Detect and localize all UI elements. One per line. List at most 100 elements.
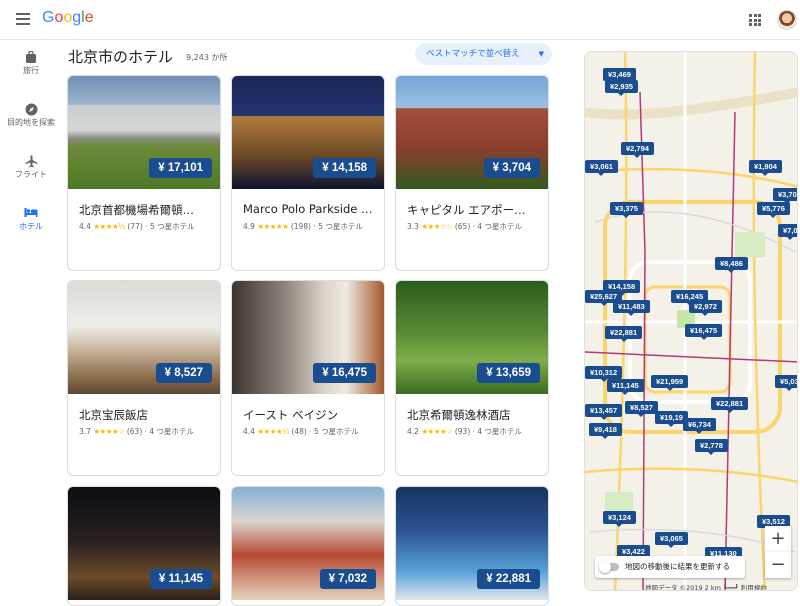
map-price-pin[interactable]: ¥7,0 <box>778 224 797 240</box>
star-rating: ★★★★★ <box>257 222 289 231</box>
logo-letter: G <box>42 9 55 26</box>
nav-label: 旅行 <box>23 66 39 75</box>
hotel-name: 北京宝辰飯店 <box>79 408 148 422</box>
map-price-pin[interactable]: ¥22,881 <box>605 326 643 342</box>
nav-item-travel[interactable]: 旅行 <box>0 41 62 93</box>
map-price-pin[interactable]: ¥11,145 <box>607 379 644 395</box>
hotel-card[interactable]: ¥ 14,158 Marco Polo Parkside … 4.9 ★★★★★… <box>231 75 385 271</box>
dropdown-caret-icon: ▼ <box>538 50 544 58</box>
review-count: (48) <box>291 427 307 436</box>
price-badge: ¥ 11,145 <box>149 569 212 589</box>
map-price-pin[interactable]: ¥1,904 <box>749 160 782 176</box>
map-price-pin[interactable]: ¥13,457 <box>585 404 623 420</box>
hotel-meta: 4.4 ★★★★½ (77) · 5 つ星ホテル <box>79 222 195 231</box>
map-price-pin[interactable]: ¥2,794 <box>621 142 654 158</box>
hotel-class: 4 つ星ホテル <box>477 222 523 231</box>
hotel-meta: 4.9 ★★★★★ (198) · 5 つ星ホテル <box>243 222 363 231</box>
hotel-card[interactable]: ¥ 13,659 北京希爾頓逸林酒店 4.2 ★★★★☆ (93) · 4 つ星… <box>395 280 549 476</box>
rating-value: 4.4 <box>243 427 255 436</box>
plane-icon <box>0 145 62 168</box>
results-title: 北京市のホテル <box>68 48 174 66</box>
map-price-pin[interactable]: ¥3,70 <box>773 188 797 204</box>
hotel-meta: 4.2 ★★★★☆ (93) · 4 つ星ホテル <box>407 427 523 436</box>
suitcase-icon <box>0 41 62 63</box>
review-count: (77) <box>127 222 143 231</box>
hotel-meta: 3.3 ★★★☆☆ (65) · 4 つ星ホテル <box>407 222 523 231</box>
rating-value: 4.9 <box>243 222 255 231</box>
map-price-pin[interactable]: ¥2,778 <box>695 439 728 455</box>
hotel-meta: 4.4 ★★★★½ (48) · 5 つ星ホテル <box>243 427 359 436</box>
rating-value: 4.2 <box>407 427 419 436</box>
hotel-card[interactable]: ¥ 8,527 北京宝辰飯店 3.7 ★★★★☆ (63) · 4 つ星ホテル <box>67 280 221 476</box>
sort-label: ベストマッチで並べ替え <box>426 49 520 59</box>
hotel-meta: 3.7 ★★★★☆ (63) · 4 つ星ホテル <box>79 427 195 436</box>
star-rating: ★★★★☆ <box>93 427 125 436</box>
nav-label: ホテル <box>19 222 43 231</box>
hotel-card[interactable]: ¥ 16,475 イースト ベイジン 4.4 ★★★★½ (48) · 5 つ星… <box>231 280 385 476</box>
review-count: (63) <box>126 427 143 436</box>
map-price-pin[interactable]: ¥11,483 <box>613 300 650 316</box>
map-price-pin[interactable]: ¥5,776 <box>757 202 790 218</box>
update-on-move-control: 地図の移動後に結果を更新する <box>595 556 745 578</box>
price-badge: ¥ 14,158 <box>313 158 376 178</box>
star-rating: ★★★★☆ <box>421 427 453 436</box>
price-badge: ¥ 17,101 <box>149 158 212 178</box>
review-count: (65) <box>454 222 471 231</box>
main-menu-icon[interactable] <box>16 13 30 25</box>
hotel-card[interactable]: ¥ 7,032 <box>231 486 385 606</box>
bed-icon <box>0 197 62 219</box>
price-badge: ¥ 22,881 <box>477 569 540 589</box>
update-on-move-toggle[interactable] <box>599 561 619 573</box>
map-price-pin[interactable]: ¥3,375 <box>610 202 643 218</box>
hotel-name: 北京首都機場希爾頓… <box>79 203 194 217</box>
map-price-pin[interactable]: ¥8,486 <box>715 257 748 273</box>
map-price-pin[interactable]: ¥16,475 <box>685 324 723 340</box>
map-price-pin[interactable]: ¥3,065 <box>655 532 688 548</box>
rating-value: 3.7 <box>79 427 91 436</box>
hotel-class: 4 つ星ホテル <box>149 427 195 436</box>
map-price-pin[interactable]: ¥2,935 <box>605 80 638 96</box>
map-price-pin[interactable]: ¥9,418 <box>589 423 622 439</box>
hotel-card[interactable]: ¥ 22,881 <box>395 486 549 606</box>
price-badge: ¥ 13,659 <box>477 363 540 383</box>
map-price-pin[interactable]: ¥21,959 <box>651 375 689 391</box>
hotel-name: イースト ベイジン <box>243 408 339 422</box>
rating-value: 4.4 <box>79 222 91 231</box>
zoom-in-button[interactable]: + <box>765 526 791 552</box>
price-badge: ¥ 8,527 <box>155 363 212 383</box>
hotel-class: 5 つ星ホテル <box>313 427 359 436</box>
map-price-pin[interactable]: ¥22,881 <box>711 397 749 413</box>
map-price-pin[interactable]: ¥10,312 <box>585 366 623 382</box>
rating-value: 3.3 <box>407 222 419 231</box>
map-price-pin[interactable]: ¥8,527 <box>625 401 658 417</box>
sort-dropdown[interactable]: ベストマッチで並べ替え ▼ <box>415 43 552 65</box>
map-attribution: 地図データ ©2019 2 km ┗━━┛ 利用規約 <box>645 584 767 591</box>
review-count: (198) <box>290 222 312 231</box>
nav-item-explore[interactable]: 目的地を探索 <box>0 93 62 145</box>
apps-grid-icon[interactable] <box>749 14 761 26</box>
hotel-card[interactable]: ¥ 3,704 キャピタル エアポー… 3.3 ★★★☆☆ (65) · 4 つ… <box>395 75 549 271</box>
nav-item-flights[interactable]: フライト <box>0 145 62 197</box>
nav-item-hotels[interactable]: ホテル <box>0 197 62 249</box>
map-price-pin[interactable]: ¥3,124 <box>603 511 636 527</box>
nav-label: 目的地を探索 <box>7 118 55 127</box>
account-avatar[interactable] <box>777 10 797 30</box>
review-count: (93) <box>454 427 471 436</box>
hotel-class: 5 つ星ホテル <box>149 222 195 231</box>
hotel-class: 5 つ星ホテル <box>318 222 363 231</box>
map-price-pin[interactable]: ¥3,061 <box>585 160 618 176</box>
price-badge: ¥ 16,475 <box>313 363 376 383</box>
google-logo[interactable]: Google <box>42 9 94 27</box>
map-price-pin[interactable]: ¥2,972 <box>689 300 722 316</box>
star-rating: ★★★★½ <box>93 222 125 231</box>
hotel-card[interactable]: ¥ 11,145 <box>67 486 221 606</box>
logo-letter: e <box>84 9 94 26</box>
zoom-out-button[interactable]: − <box>765 552 791 578</box>
map-price-pin[interactable]: ¥5,03 <box>775 375 797 391</box>
hotel-card[interactable]: ¥ 17,101 北京首都機場希爾頓… 4.4 ★★★★½ (77) · 5 つ… <box>67 75 221 271</box>
hotel-name: Marco Polo Parkside … <box>243 202 373 216</box>
price-badge: ¥ 3,704 <box>483 158 540 178</box>
map-price-pin[interactable]: ¥6,734 <box>683 418 716 434</box>
logo-letter: g <box>72 9 82 26</box>
map-panel[interactable]: ¥3,469 ¥2,935 ¥2,794 ¥3,061 ¥1,904 ¥3,70… <box>584 51 798 591</box>
